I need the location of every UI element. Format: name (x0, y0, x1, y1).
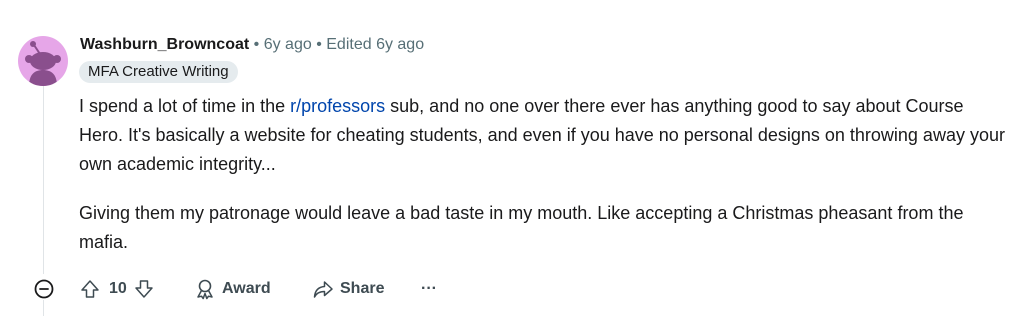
share-label: Share (340, 280, 385, 297)
arrow-down-icon (135, 280, 153, 298)
reddit-snoo-avatar-icon (25, 41, 61, 86)
upvote-button[interactable] (79, 278, 101, 300)
meta-separator: • (249, 36, 264, 53)
comment-paragraph: I spend a lot of time in the r/professor… (79, 92, 1009, 179)
vote-score: 10 (109, 280, 127, 297)
award-icon (197, 279, 213, 300)
comment-text: I spend a lot of time in the (79, 96, 291, 116)
author-username[interactable]: Washburn_Browncoat (80, 36, 249, 53)
avatar[interactable] (18, 36, 68, 86)
share-icon (313, 281, 333, 298)
meta-separator: • (311, 36, 327, 53)
comment: Washburn_Browncoat • 6y ago • Edited 6y … (0, 0, 1024, 316)
collapse-button[interactable] (34, 279, 54, 299)
comment-header: Washburn_Browncoat • 6y ago • Edited 6y … (80, 35, 424, 55)
subreddit-link[interactable]: r/professors (290, 96, 385, 116)
downvote-button[interactable] (133, 278, 155, 300)
comment-actions: 10 Award Share ··· (0, 274, 1024, 304)
ellipsis-icon: ··· (421, 280, 437, 297)
minus-circle-icon (34, 279, 54, 299)
vote-group: 10 (79, 277, 155, 301)
more-options-button[interactable]: ··· (421, 277, 437, 301)
comment-body: I spend a lot of time in the r/professor… (79, 92, 1009, 257)
user-flair: MFA Creative Writing (79, 61, 238, 83)
comment-timestamp[interactable]: 6y ago (264, 36, 312, 53)
edited-timestamp: Edited 6y ago (326, 36, 425, 53)
arrow-up-icon (81, 280, 99, 298)
comment-paragraph: Giving them my patronage would leave a b… (79, 203, 964, 252)
share-button[interactable]: Share (312, 277, 384, 301)
thread-line[interactable] (43, 86, 44, 274)
award-label: Award (222, 280, 271, 297)
award-button[interactable]: Award (194, 277, 271, 301)
